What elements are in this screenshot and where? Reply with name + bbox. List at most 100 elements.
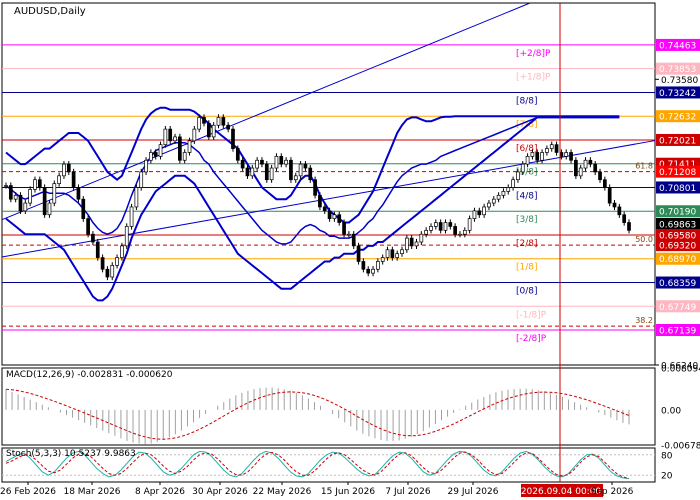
candle-body: [158, 144, 163, 157]
candle-body: [487, 202, 491, 208]
candle-body: [482, 206, 486, 216]
candle-body: [313, 179, 317, 196]
candle-body: [110, 265, 115, 278]
candle-body: [530, 152, 535, 157]
candle-body: [33, 179, 37, 190]
candle-body: [361, 261, 366, 270]
candle-body: [235, 148, 240, 161]
candle-body: [569, 152, 573, 161]
price-chart-title: AUDUSD,Daily: [14, 6, 86, 17]
vertical-marker-label: 2026.09.04 00:00: [521, 487, 602, 497]
candle-body: [327, 210, 332, 219]
candle-body: [52, 183, 57, 204]
candle-body: [366, 268, 371, 274]
candle-body: [545, 148, 549, 153]
candle-body: [211, 124, 216, 138]
candle-body: [66, 163, 71, 173]
price-tag-text: 0.72632: [659, 113, 696, 123]
candle-body: [574, 159, 578, 177]
candle-body: [95, 241, 100, 258]
candle-body: [250, 167, 255, 177]
x-tick-label: 29 Jul 2026: [448, 487, 499, 497]
candle-body: [617, 206, 622, 216]
candle-body: [308, 167, 313, 181]
price-tag-text: 0.68359: [659, 279, 696, 289]
candle-body: [28, 189, 32, 204]
candle-body: [139, 171, 144, 188]
macd-tick-label: 0.008094: [661, 365, 700, 375]
candle-body: [231, 128, 235, 149]
candle-body: [274, 156, 279, 169]
candle-body: [458, 233, 462, 236]
x-tick-label: 7 Jul 2026: [385, 487, 430, 497]
candle-body: [467, 218, 472, 231]
candle-body: [298, 163, 303, 177]
candle-body: [520, 163, 525, 173]
candle-body: [279, 156, 284, 165]
candle-body: [429, 226, 433, 231]
candle-body: [81, 198, 86, 219]
x-tick-label: 30 Apr 2026: [192, 487, 248, 497]
murrey-label: [-1/8]P: [516, 310, 547, 320]
candle-body: [491, 198, 496, 204]
stoch-title: Stoch(5,3,3) 10.5237 9.9863: [6, 449, 136, 459]
candle-body: [612, 202, 617, 208]
candle-body: [535, 152, 540, 161]
candle-body: [216, 117, 221, 126]
candle-body: [477, 210, 482, 216]
murrey-label: [8/8]: [516, 96, 538, 106]
candle-body: [337, 214, 342, 223]
x-tick-label: 8 Apr 2026: [135, 487, 185, 497]
candle-body: [438, 222, 443, 231]
candle-body: [390, 249, 395, 258]
murrey-label: [0/8]: [516, 287, 538, 297]
candle-body: [380, 257, 385, 262]
candle-body: [472, 210, 477, 219]
murrey-label: [6/8]: [516, 144, 538, 154]
murrey-label: [4/8]: [516, 191, 538, 201]
macd-tick-label: 0.00: [661, 406, 681, 416]
candle-body: [173, 136, 177, 142]
fib-label: 38.2: [635, 316, 653, 325]
candle-body: [433, 222, 438, 227]
candle-body: [187, 140, 192, 153]
candle-body: [76, 187, 81, 200]
candle-body: [376, 261, 380, 270]
candle-body: [540, 152, 544, 161]
candle-body: [419, 233, 424, 243]
candle-body: [554, 144, 559, 153]
candle-body: [622, 214, 627, 223]
price-tag-text: 0.72021: [659, 136, 696, 146]
candle-body: [607, 187, 612, 204]
candle-body: [351, 233, 356, 247]
candle-body: [564, 152, 569, 157]
price-tag-text: 0.74463: [659, 41, 696, 51]
candle-body: [13, 194, 18, 200]
candle-body: [385, 249, 390, 258]
candle-body: [264, 163, 269, 181]
price-tag-text: 0.70801: [659, 184, 696, 194]
candle-body: [588, 159, 593, 165]
candle-body: [318, 194, 322, 208]
candle-body: [202, 117, 206, 124]
candle-body: [342, 222, 346, 235]
candle-body: [47, 202, 52, 216]
price-tag-text: 0.73242: [659, 89, 696, 99]
candle-body: [163, 128, 168, 146]
trading-chart: [+2/8]P[+1/8]P[8/8][7/8][6/8][5/8][4/8][…: [0, 0, 700, 500]
candle-body: [303, 163, 308, 169]
candle-body: [453, 226, 457, 235]
x-tick-label: 22 May 2026: [253, 487, 312, 497]
price-tag-text: 0.71208: [659, 168, 696, 178]
candle-body: [443, 222, 448, 231]
murrey-label: [1/8]: [516, 263, 538, 273]
candle-body: [400, 249, 404, 255]
price-tag-text: 0.68970: [659, 255, 696, 265]
candle-body: [18, 194, 23, 212]
candle-body: [168, 128, 173, 142]
price-tag-text: 0.69320: [659, 242, 696, 252]
macd-tick-label: -0.006783: [661, 442, 700, 452]
candle-body: [409, 237, 414, 247]
price-tag-text: 0.73853: [659, 65, 696, 75]
candle-body: [356, 245, 361, 262]
